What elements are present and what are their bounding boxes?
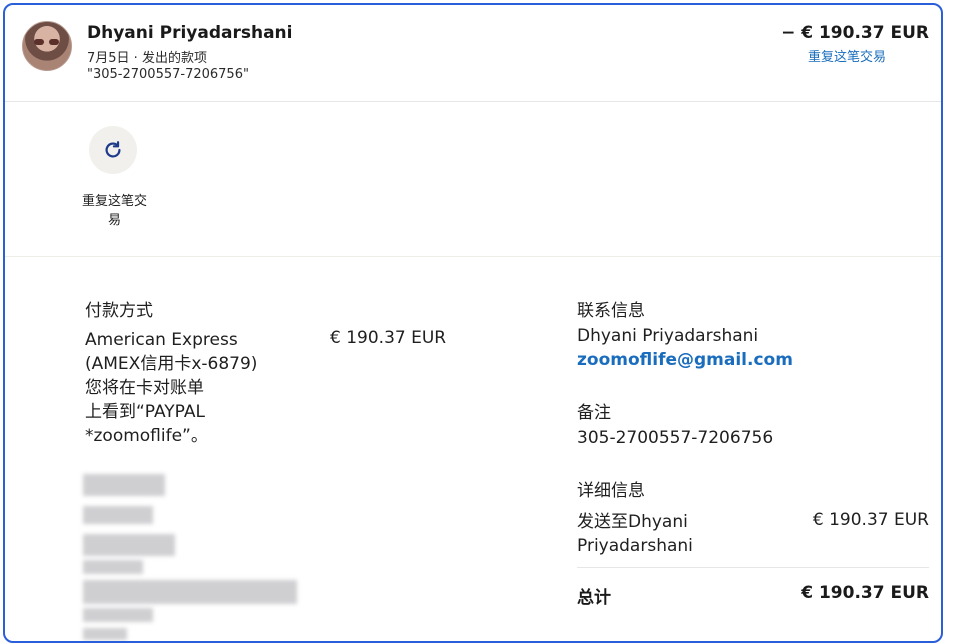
total-amount: € 190.37 EUR (801, 583, 929, 603)
repeat-transaction-link[interactable]: 重复这笔交易 (808, 46, 886, 65)
transaction-amount: − € 190.37 EUR (781, 23, 929, 43)
contact-heading: 联系信息 (577, 301, 645, 321)
payment-method-heading: 付款方式 (85, 301, 153, 321)
repeat-transaction-button[interactable] (89, 126, 137, 174)
total-label: 总计 (577, 588, 611, 608)
note-heading: 备注 (577, 403, 611, 423)
payment-method-line: (AMEX信用卡x-6879) (85, 354, 258, 374)
contact-name: Dhyani Priyadarshani (577, 326, 759, 346)
contact-email-link[interactable]: zoomoflife@gmail.com (577, 350, 793, 370)
details-description-line: Priyadarshani (577, 536, 693, 556)
counterparty-name: Dhyani Priyadarshani (87, 23, 293, 43)
details-description: 发送至Dhyani Priyadarshani (577, 510, 757, 558)
transaction-card: Dhyani Priyadarshani 7月5日 · 发出的款项 "305-2… (3, 3, 943, 643)
transaction-meta: 7月5日 · 发出的款项 (87, 51, 207, 66)
divider (5, 101, 941, 102)
payment-method-amount: € 190.37 EUR (330, 328, 447, 348)
payment-method-line: *zoomoflife”。 (85, 426, 208, 446)
payment-method-line: 上看到“PAYPAL (85, 402, 205, 422)
payment-method-details: American Express (AMEX信用卡x-6879) 您将在卡对账单… (85, 328, 315, 448)
details-description-line: 发送至Dhyani (577, 512, 688, 532)
avatar (22, 21, 72, 71)
details-amount: € 190.37 EUR (812, 510, 929, 530)
details-heading: 详细信息 (577, 481, 645, 501)
avatar-sunglasses (34, 39, 60, 45)
divider (5, 256, 941, 257)
redacted-region (75, 470, 305, 640)
repeat-transaction-label: 重复这笔交易 (81, 194, 147, 228)
refresh-icon (105, 141, 121, 158)
payment-method-line: American Express (85, 330, 238, 350)
transaction-reference: "305-2700557-7206756" (87, 67, 249, 82)
note-value: 305-2700557-7206756 (577, 428, 774, 448)
divider (577, 567, 929, 568)
payment-method-line: 您将在卡对账单 (85, 378, 204, 398)
